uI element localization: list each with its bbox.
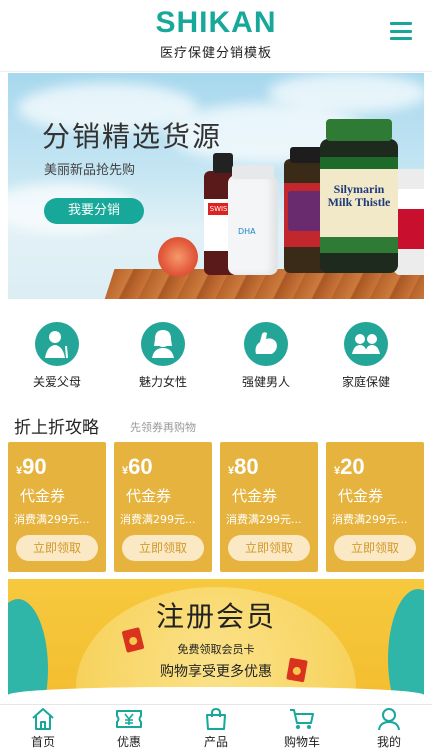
menu-icon[interactable]	[390, 22, 412, 40]
family-icon	[344, 322, 388, 366]
coupon-name: 代金券	[232, 487, 278, 505]
home-icon	[32, 708, 54, 730]
coupon-card: ¥90 代金券 消费满299元... 立即领取	[8, 442, 106, 572]
app-header: SHIKAN 医疗保健分销模板	[0, 0, 432, 72]
coupon-condition: 消费满299元...	[14, 513, 90, 526]
promo-section-title: 折上折攻略	[14, 418, 99, 438]
coupon-icon	[116, 710, 142, 728]
cart-icon	[290, 709, 314, 729]
coupon-amount: 80	[234, 454, 259, 479]
parents-icon	[35, 322, 79, 366]
tab-coupon[interactable]: 优惠	[86, 705, 172, 752]
distribute-button[interactable]: 我要分销	[44, 198, 144, 224]
user-icon	[378, 708, 400, 731]
bottom-tab-bar: 首页 优惠 产品 购物车 我的	[0, 704, 432, 752]
coupon-card: ¥20 代金券 消费满299元... 立即领取	[326, 442, 424, 572]
coupon-amount: 60	[128, 454, 153, 479]
grapefruit-image	[158, 237, 198, 277]
register-banner[interactable]: 注册会员 免费领取会员卡 购物享受更多优惠	[8, 579, 424, 703]
claim-coupon-button[interactable]: 立即领取	[228, 535, 310, 561]
hero-banner[interactable]: SWISSE DHA Silymarin Milk Thistle 分销精选货源…	[8, 73, 424, 299]
register-title: 注册会员	[155, 600, 276, 633]
banner-subtitle: 美丽新品抢先购	[44, 163, 136, 178]
register-line2: 购物享受更多优惠	[160, 664, 272, 680]
claim-coupon-button[interactable]: 立即领取	[334, 535, 416, 561]
category-woman[interactable]: 魅力女性	[123, 322, 203, 392]
coupon-amount: 20	[340, 454, 365, 479]
logo-subtitle: 医疗保健分销模板	[159, 46, 272, 61]
category-man[interactable]: 强健男人	[226, 322, 306, 392]
coupon-condition: 消费满299元...	[332, 513, 408, 526]
product-bottle-glucosamine	[394, 169, 424, 275]
tab-home[interactable]: 首页	[0, 705, 86, 752]
banner-title: 分销精选货源	[42, 120, 223, 153]
muscle-icon	[244, 322, 288, 366]
claim-coupon-button[interactable]: 立即领取	[122, 535, 204, 561]
tab-cart[interactable]: 购物车	[259, 705, 345, 752]
category-parents[interactable]: 关爱父母	[17, 322, 97, 392]
logo[interactable]: SHIKAN	[0, 6, 432, 40]
coupon-name: 代金券	[20, 487, 66, 505]
product-bottle-silymarin: Silymarin Milk Thistle	[320, 119, 398, 273]
coupon-card: ¥80 代金券 消费满299元... 立即领取	[220, 442, 318, 572]
coupon-name: 代金券	[338, 487, 384, 505]
category-family[interactable]: 家庭保健	[326, 322, 406, 392]
category-row: 关爱父母 魅力女性 强健男人 家庭保健	[0, 322, 432, 392]
product-bottle-dha: DHA	[228, 165, 278, 275]
register-line1: 免费领取会员卡	[177, 643, 255, 656]
promo-section-subtitle: 先领券再购物	[130, 421, 196, 434]
tab-profile[interactable]: 我的	[346, 705, 432, 752]
coupon-amount: 90	[22, 454, 47, 479]
coupon-card: ¥60 代金券 消费满299元... 立即领取	[114, 442, 212, 572]
bag-icon	[206, 707, 226, 730]
coupon-condition: 消费满299元...	[120, 513, 196, 526]
coupon-name: 代金券	[126, 487, 172, 505]
tab-products[interactable]: 产品	[173, 705, 259, 752]
claim-coupon-button[interactable]: 立即领取	[16, 535, 98, 561]
woman-icon	[141, 322, 185, 366]
coupon-condition: 消费满299元...	[226, 513, 302, 526]
